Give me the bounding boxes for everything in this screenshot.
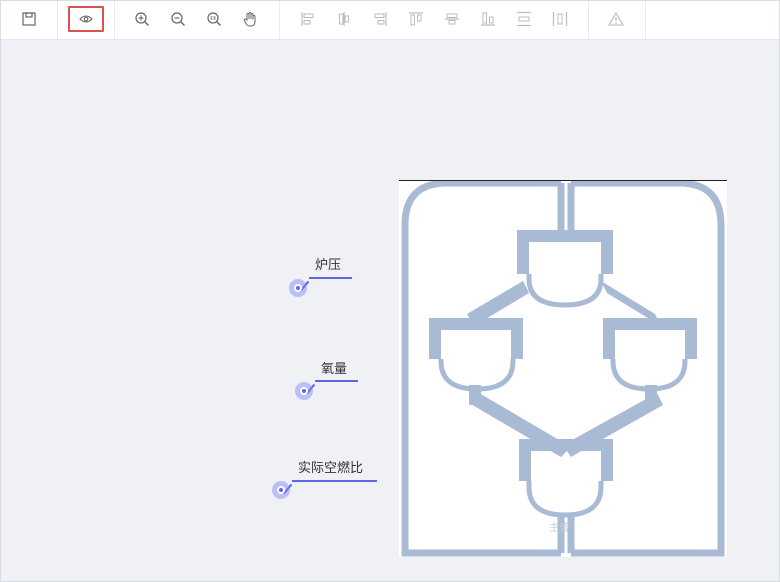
zoom-in-icon — [135, 12, 149, 26]
preview-eye-icon — [79, 15, 93, 23]
toolbar-group-extra — [588, 1, 646, 39]
align-left-button[interactable] — [292, 6, 324, 32]
align-left-icon — [301, 12, 314, 26]
toolbar-group-align — [279, 1, 589, 39]
align-middle-vertical-icon — [445, 13, 459, 25]
pipe-diagram[interactable]: 主管 — [399, 179, 727, 557]
sensor-label-air-fuel-ratio: 实际空燃比 — [298, 461, 364, 476]
save-icon — [22, 12, 36, 26]
align-top-button[interactable] — [400, 6, 432, 32]
align-bottom-icon — [481, 12, 495, 26]
zoom-out-icon — [171, 12, 185, 26]
sensor-line — [309, 277, 352, 279]
sensor-label-furnace-pressure: 炉压 — [315, 258, 342, 273]
sensor-point-furnace-pressure[interactable] — [289, 279, 307, 297]
editor-canvas[interactable]: 炉压 氧量 实际空燃比 主管 — [1, 40, 779, 581]
zoom-in-button[interactable] — [126, 6, 158, 32]
toolbar-group-zoom — [114, 1, 280, 39]
app-window: 炉压 氧量 实际空燃比 主管 — [0, 0, 780, 582]
distribute-horizontal-button[interactable] — [544, 6, 576, 32]
align-right-icon — [374, 12, 387, 26]
preview-button[interactable] — [68, 6, 104, 32]
save-button[interactable] — [13, 6, 45, 32]
diagram-caption: 主管 — [549, 523, 569, 534]
align-top-icon — [409, 12, 423, 26]
toolbar — [1, 1, 779, 40]
align-center-horizontal-button[interactable] — [328, 6, 360, 32]
sensor-line — [292, 480, 377, 482]
zoom-actual-button[interactable] — [198, 6, 230, 32]
toolbar-group-file — [1, 1, 58, 39]
align-middle-vertical-button[interactable] — [436, 6, 468, 32]
sensor-point-air-fuel-ratio[interactable] — [272, 481, 290, 499]
distribute-vertical-icon — [517, 11, 531, 27]
pipe-network-graphic — [401, 179, 725, 557]
align-right-button[interactable] — [364, 6, 396, 32]
distribute-vertical-button[interactable] — [508, 6, 540, 32]
align-center-horizontal-icon — [339, 12, 349, 26]
pan-hand-icon — [243, 12, 256, 27]
sensor-point-oxygen[interactable] — [295, 382, 313, 400]
zoom-actual-icon — [207, 12, 221, 26]
align-bottom-button[interactable] — [472, 6, 504, 32]
toolbar-group-view — [57, 1, 115, 39]
warning-button[interactable] — [600, 6, 632, 32]
sensor-label-oxygen: 氧量 — [321, 362, 348, 377]
sensor-line — [315, 380, 358, 382]
distribute-horizontal-icon — [552, 12, 568, 26]
warning-triangle-icon — [608, 12, 624, 26]
zoom-out-button[interactable] — [162, 6, 194, 32]
pan-hand-button[interactable] — [234, 6, 266, 32]
